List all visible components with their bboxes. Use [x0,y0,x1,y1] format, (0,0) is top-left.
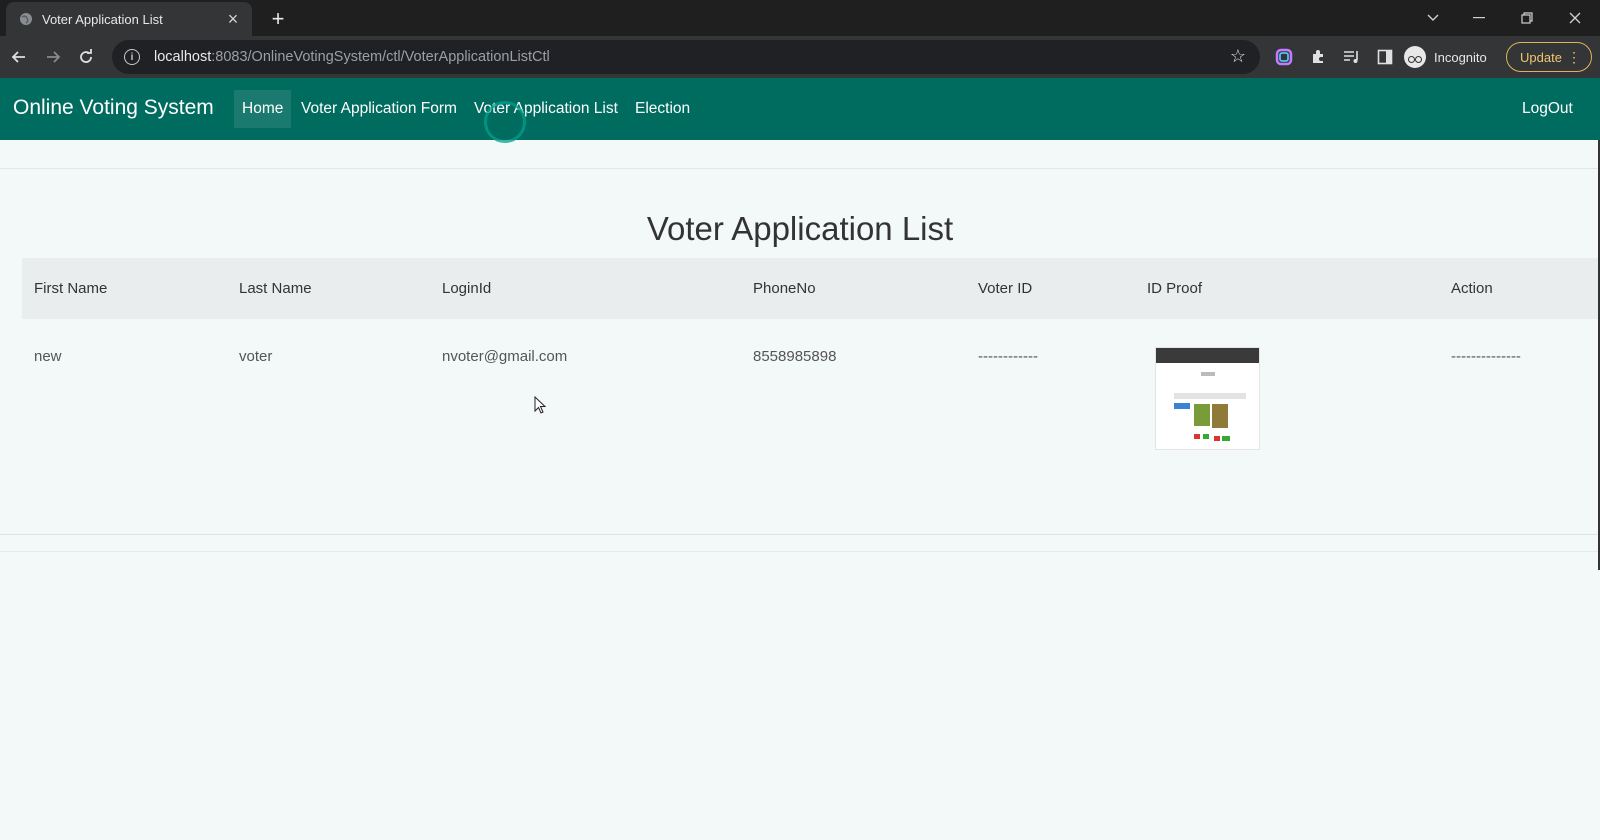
browser-tab[interactable]: Voter Application List × [6,2,252,36]
tab-title: Voter Application List [42,11,163,27]
column-header: LoginId [442,280,492,297]
cell-voter-id: ------------ [978,348,1038,365]
cell-first-name: new [34,348,62,365]
nav-home[interactable]: Home [234,90,292,128]
restore-icon[interactable] [1512,4,1542,32]
window-close-icon[interactable] [1560,4,1590,32]
sidepanel-icon[interactable] [1373,45,1397,69]
forward-icon[interactable] [39,43,67,71]
browser-tabbar: Voter Application List × + [0,0,1600,36]
cell-login-id: nvoter@gmail.com [442,348,568,365]
nav-election[interactable]: Election [627,90,698,128]
brand-title[interactable]: Online Voting System [13,96,214,120]
table-header: First Name Last Name LoginId PhoneNo Vot… [22,258,1600,319]
incognito-profile[interactable]: Incognito [1404,42,1487,72]
divider [0,534,1600,535]
close-icon[interactable]: × [222,8,244,30]
media-icon[interactable] [1340,45,1364,69]
column-header: PhoneNo [753,280,816,297]
cell-action: -------------- [1451,348,1521,365]
column-header: Action [1451,280,1493,297]
reload-icon[interactable] [72,43,100,71]
minimize-icon[interactable] [1464,4,1494,32]
back-icon[interactable] [5,43,33,71]
column-header: Last Name [239,280,312,297]
globe-icon [18,11,34,27]
mouse-cursor [534,396,547,414]
browser-toolbar: i localhost:8083/OnlineVotingSystem/ctl/… [0,36,1600,78]
url-text: localhost:8083/OnlineVotingSystem/ctl/Vo… [154,49,550,65]
address-bar[interactable]: i localhost:8083/OnlineVotingSystem/ctl/… [112,40,1260,74]
profile-label: Incognito [1434,49,1487,65]
color-ext-icon[interactable] [1272,45,1296,69]
chevron-down-icon[interactable] [1418,4,1448,32]
cell-phone: 8558985898 [753,348,837,365]
nav-voter-application-form[interactable]: Voter Application Form [293,90,465,128]
divider [0,551,1600,552]
page-title: Voter Application List [646,210,954,247]
column-header: Voter ID [978,280,1033,297]
plus-icon[interactable]: + [264,5,292,33]
update-label: Update [1520,49,1562,65]
more-icon[interactable]: ⋮ [1567,48,1581,66]
column-header: First Name [34,280,108,297]
incognito-icon [1404,46,1426,68]
puzzle-icon[interactable] [1306,45,1330,69]
column-header: ID Proof [1147,280,1203,297]
id-proof-thumbnail[interactable] [1155,347,1260,450]
logout-link[interactable]: LogOut [1514,90,1581,128]
divider [0,168,1600,169]
info-icon[interactable]: i [124,49,140,65]
click-indicator [484,101,526,143]
star-icon[interactable]: ☆ [1230,46,1246,67]
cell-last-name: voter [239,348,273,365]
app-navbar: Online Voting System Home Voter Applicat… [0,78,1600,140]
update-button[interactable]: Update ⋮ [1506,42,1592,72]
